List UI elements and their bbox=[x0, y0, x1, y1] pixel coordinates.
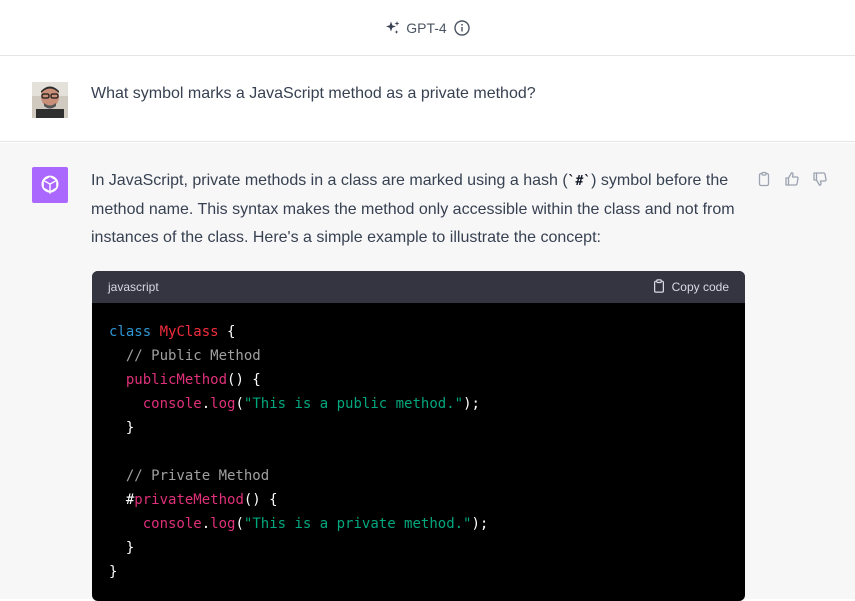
code-token: ( bbox=[235, 516, 244, 532]
code-token: () { bbox=[227, 372, 261, 388]
code-string: "This is a public method." bbox=[243, 396, 464, 412]
code-token: () { bbox=[243, 492, 278, 508]
model-selector[interactable]: GPT-4 bbox=[385, 19, 470, 36]
code-token: log bbox=[210, 516, 236, 532]
code-block-header: javascript Copy code bbox=[92, 271, 745, 303]
code-language-label: javascript bbox=[108, 280, 159, 294]
copy-icon[interactable] bbox=[756, 171, 772, 187]
user-message-text: What symbol marks a JavaScript method as… bbox=[91, 85, 536, 102]
user-avatar bbox=[32, 82, 68, 118]
code-token: privateMethod bbox=[134, 492, 244, 508]
code-token: ); bbox=[463, 396, 480, 412]
code-token: publicMethod bbox=[125, 372, 228, 388]
code-token: } bbox=[125, 540, 135, 556]
copy-code-button[interactable]: Copy code bbox=[652, 278, 729, 296]
code-token: console bbox=[142, 396, 202, 412]
code-token: log bbox=[210, 396, 236, 412]
code-token: } bbox=[109, 564, 118, 580]
code-token: } bbox=[125, 420, 135, 436]
copy-code-label: Copy code bbox=[671, 280, 729, 294]
sparkle-icon bbox=[385, 20, 401, 36]
code-block: javascript Copy code class MyClass { // … bbox=[92, 271, 745, 601]
thumbs-up-icon[interactable] bbox=[784, 171, 800, 187]
code-token: . bbox=[201, 516, 211, 532]
top-bar: GPT-4 bbox=[0, 0, 855, 56]
assistant-message-row: In JavaScript, private methods in a clas… bbox=[0, 143, 855, 601]
code-token: MyClass bbox=[159, 324, 219, 340]
code-token: . bbox=[201, 396, 211, 412]
answer-text-part: In JavaScript, private methods in a clas… bbox=[91, 172, 568, 189]
code-content: class MyClass { // Public Method publicM… bbox=[92, 303, 745, 601]
code-token: class bbox=[109, 324, 152, 340]
model-label: GPT-4 bbox=[406, 19, 447, 36]
code-string: "This is a private method." bbox=[243, 516, 472, 532]
openai-logo-icon bbox=[41, 175, 59, 194]
thumbs-down-icon[interactable] bbox=[812, 171, 828, 187]
user-message-row: What symbol marks a JavaScript method as… bbox=[0, 57, 855, 142]
code-token: ); bbox=[471, 516, 489, 532]
message-actions bbox=[756, 171, 828, 187]
inline-code: `#` bbox=[567, 174, 592, 189]
code-token: { bbox=[218, 324, 236, 340]
clipboard-icon bbox=[652, 278, 666, 296]
code-comment: // Public Method bbox=[125, 348, 261, 364]
code-token: ( bbox=[235, 396, 244, 412]
info-icon[interactable] bbox=[454, 19, 470, 36]
assistant-answer-text: In JavaScript, private methods in a clas… bbox=[91, 167, 741, 252]
code-token: console bbox=[142, 516, 202, 532]
code-comment: // Private Method bbox=[125, 468, 270, 484]
gpt-avatar bbox=[32, 167, 68, 203]
